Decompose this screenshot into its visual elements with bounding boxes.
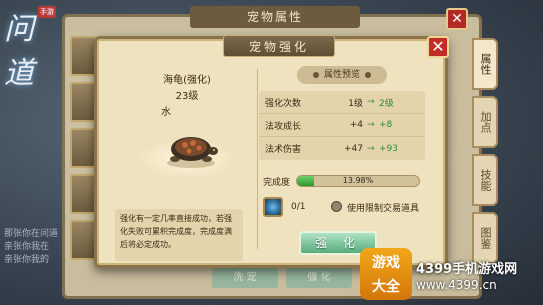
progress-bar: 13.98% xyxy=(296,175,420,187)
bg-enhance-button[interactable]: 强 化 xyxy=(286,268,352,288)
logo-text: 问道 xyxy=(4,12,34,91)
item-count: 0/1 xyxy=(291,202,306,212)
restricted-item-label: 使用限制交易道具 xyxy=(347,204,420,214)
pet-list-item[interactable] xyxy=(70,174,96,214)
enhance-stone-icon[interactable] xyxy=(263,197,283,217)
watermark-url: www.4399.cn xyxy=(416,278,497,292)
attribute-row: 法术伤害 +47 → +93 xyxy=(259,137,425,160)
watermark-logo: 游戏 大全 xyxy=(360,248,412,300)
game-logo: 问道 手游 xyxy=(4,4,60,91)
attribute-preview-table: 强化次数 1级 → 2级 法攻成长 +4 → +8 法术伤害 +47 → +93 xyxy=(259,91,425,160)
pet-list-item[interactable] xyxy=(70,36,96,76)
sea-turtle-icon xyxy=(167,137,218,168)
chat-line: 亲张你我在 xyxy=(4,242,50,252)
progress-label: 完成度 xyxy=(263,178,291,188)
arrow-right-icon: → xyxy=(367,120,375,130)
attribute-next: +93 xyxy=(379,143,398,154)
site-watermark: 游戏 大全 4399手机游戏网 www.4399.cn xyxy=(358,246,543,305)
attribute-current: +4 xyxy=(349,120,363,130)
chat-log: 那张你在问道 亲张你我在 亲张你我的 xyxy=(4,228,96,300)
tab-attributes[interactable]: 属性 xyxy=(472,38,498,90)
pet-attributes-title: 宠物属性 xyxy=(190,6,360,28)
pet-name: 海龟(强化) xyxy=(163,75,211,86)
pet-element: 水 xyxy=(161,107,171,118)
tab-add-points[interactable]: 加点 xyxy=(472,96,498,148)
divider xyxy=(257,69,258,249)
dialog-close-button[interactable]: ✕ xyxy=(427,36,449,58)
watermark-text: 4399手机游戏网 xyxy=(416,262,518,277)
chat-line: 亲张你我的 xyxy=(4,255,50,265)
pet-level: 23级 xyxy=(175,91,199,102)
progress-percent: 13.98% xyxy=(342,176,374,185)
attribute-name: 法术伤害 xyxy=(265,145,302,155)
description-text: 强化有一定几率直接成功，若强化失败可累积完成度，完成度满后将必定成功。 xyxy=(115,209,243,261)
pet-list-item[interactable] xyxy=(70,128,96,168)
arrow-right-icon: → xyxy=(367,97,375,107)
restricted-item-toggle[interactable] xyxy=(331,201,342,212)
dot-icon xyxy=(365,71,371,78)
attribute-current: 1级 xyxy=(348,98,363,109)
dot-icon xyxy=(312,71,319,78)
wash-pet-button[interactable]: 洗 宠 xyxy=(212,268,278,288)
attribute-next: 2级 xyxy=(379,98,394,109)
pet-list-item[interactable] xyxy=(70,82,96,122)
watermark-logo-line: 游戏 xyxy=(372,255,400,271)
preview-badge: 属性预览 xyxy=(297,66,387,84)
attribute-next: +8 xyxy=(379,120,393,130)
pet-attributes-close-button[interactable]: ✕ xyxy=(446,8,468,30)
pet-enhance-dialog: 宠物强化 ✕ 海龟(强化) 23级 水 属性预览 强化次数 1级 → 2级 法攻… xyxy=(94,35,449,268)
chat-line: 那张你在问道 xyxy=(4,229,59,239)
attribute-current: +47 xyxy=(344,143,363,154)
attribute-row: 强化次数 1级 → 2级 xyxy=(259,91,425,114)
attribute-name: 法攻成长 xyxy=(265,121,302,132)
arrow-right-icon: → xyxy=(367,143,375,154)
attribute-row: 法攻成长 +4 → +8 xyxy=(259,114,425,137)
attribute-name: 强化次数 xyxy=(265,98,302,109)
preview-label: 属性预览 xyxy=(323,70,360,80)
logo-badge: 手游 xyxy=(38,6,56,18)
dialog-title: 宠物强化 xyxy=(223,35,335,57)
side-tabs: 属性 加点 技能 图鉴 xyxy=(472,38,502,270)
tab-skills[interactable]: 技能 xyxy=(472,154,498,206)
watermark-logo-line: 大全 xyxy=(372,279,400,295)
